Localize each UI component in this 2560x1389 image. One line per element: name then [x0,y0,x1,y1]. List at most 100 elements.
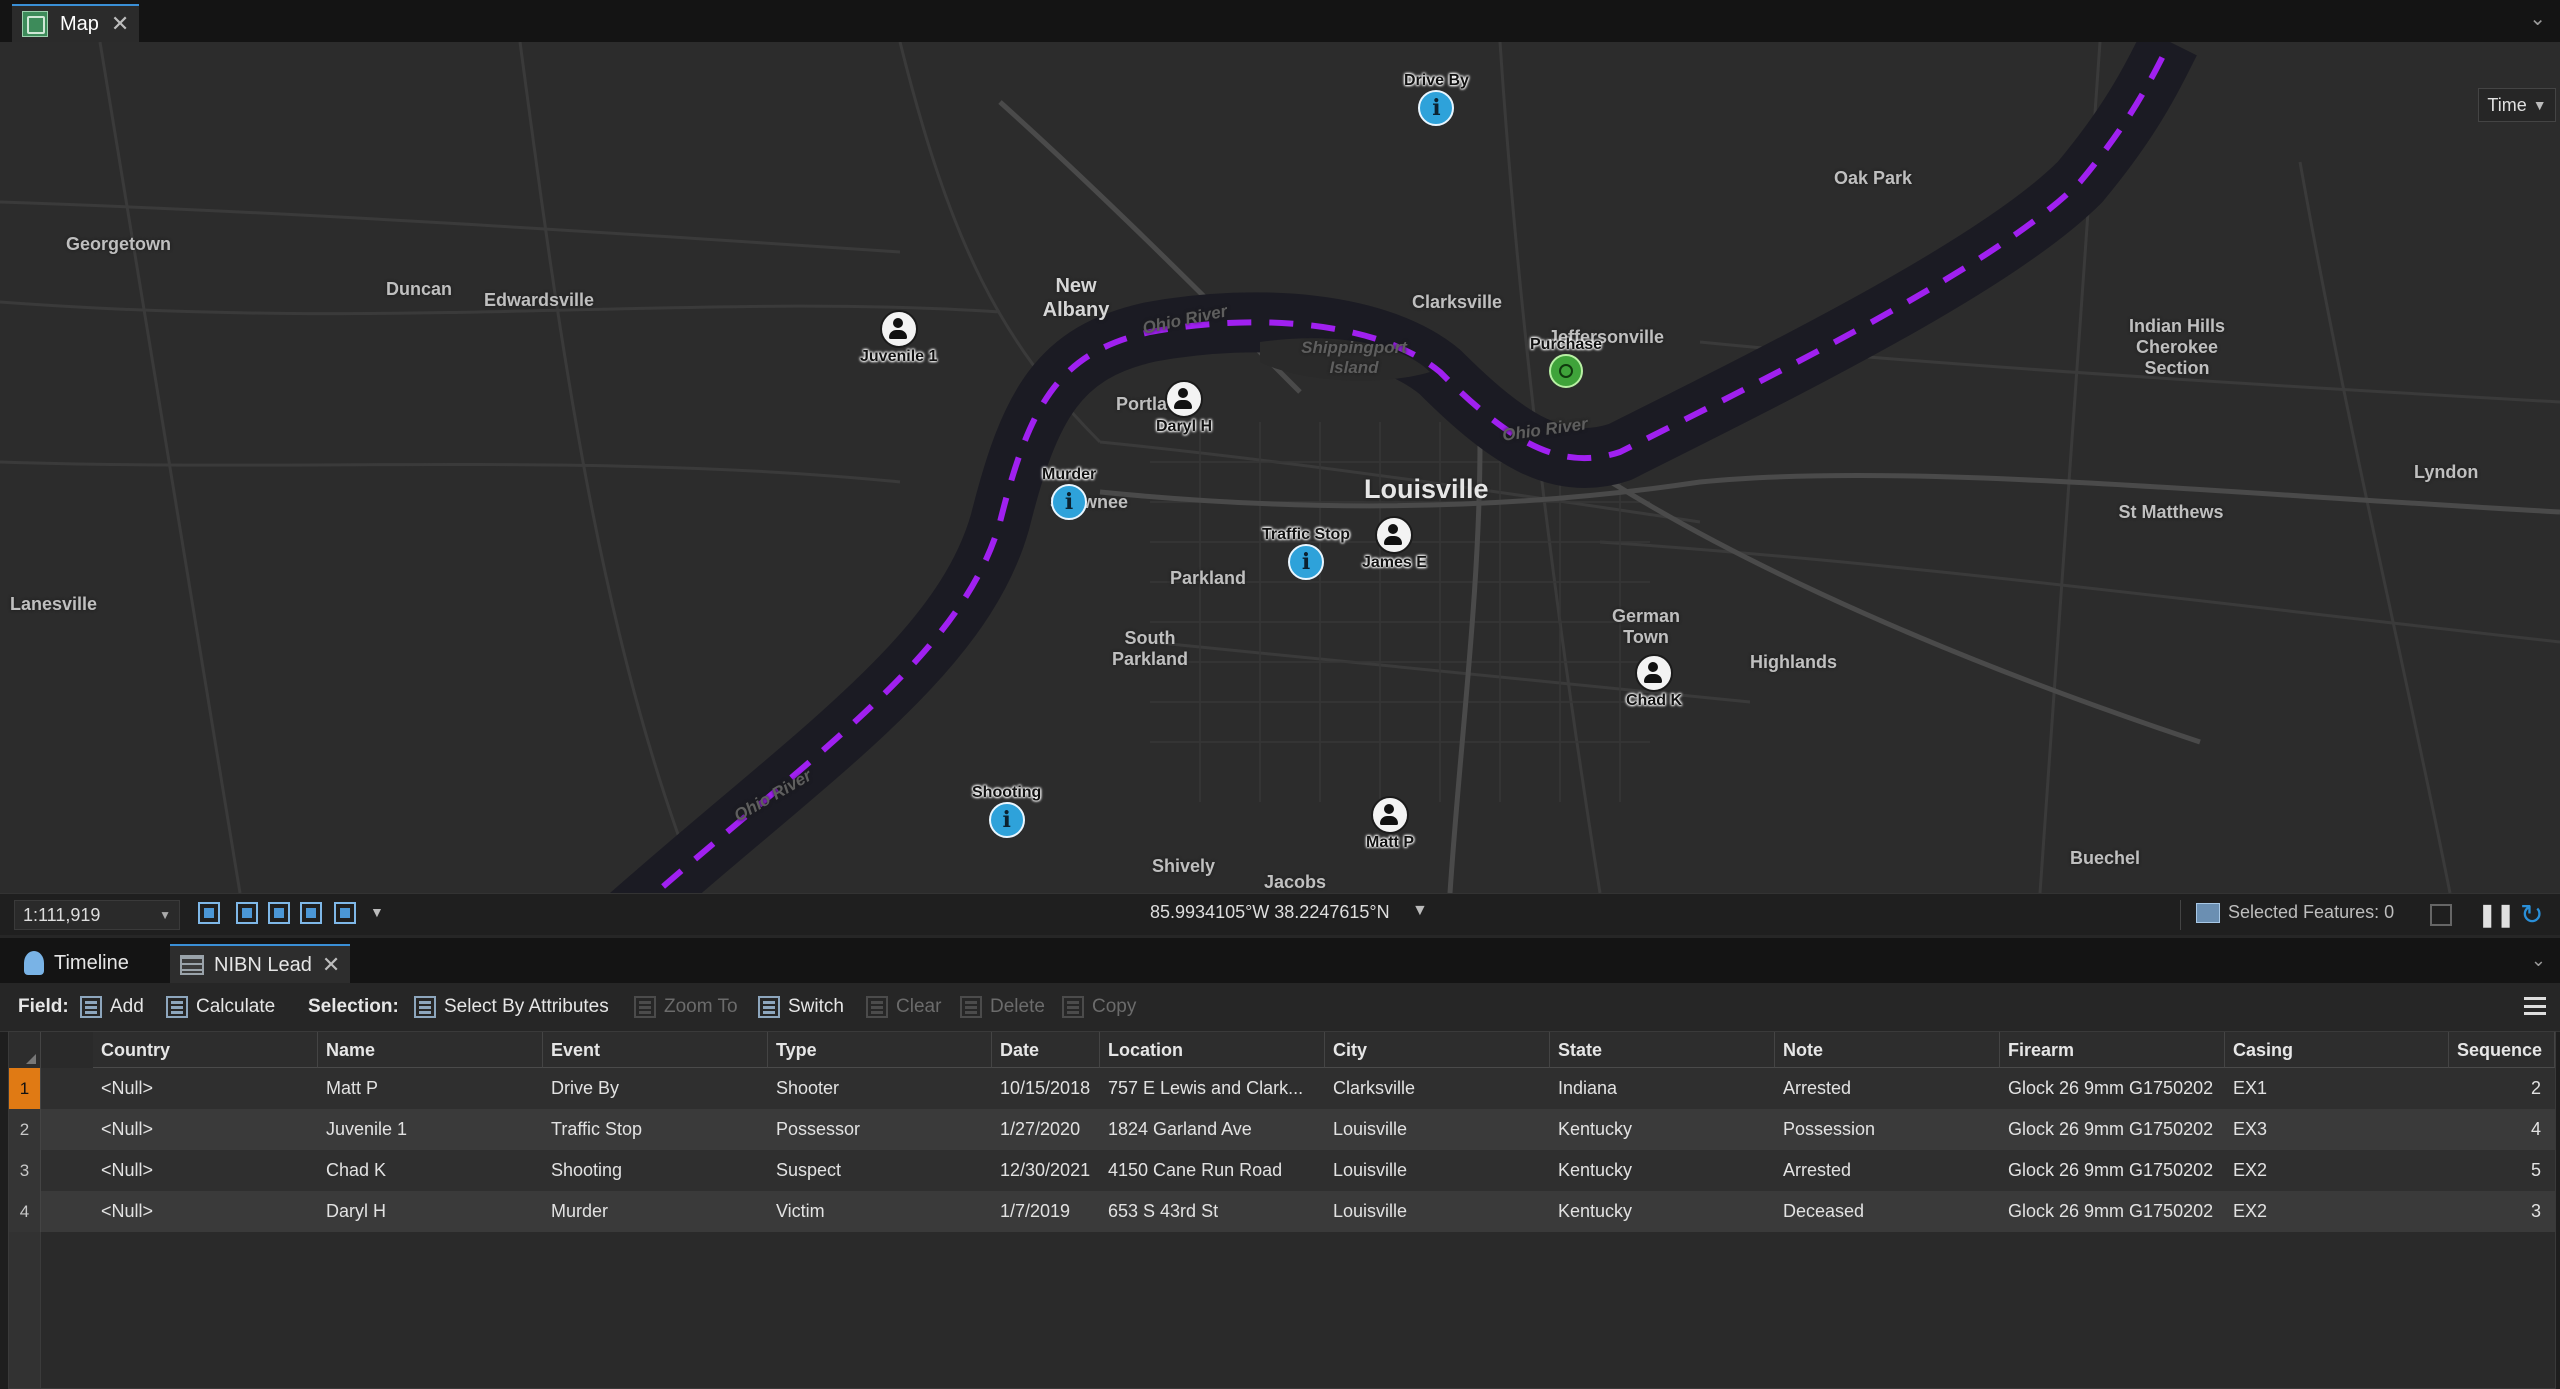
cell[interactable]: Glock 26 9mm G1750202 [2000,1109,2225,1150]
cell[interactable]: 4150 Cane Run Road [1100,1150,1325,1191]
map-marker-matt-p[interactable]: Matt P [1366,796,1414,852]
cell[interactable]: Kentucky [1550,1109,1775,1150]
clear-button[interactable]: Clear [866,992,941,1022]
calculate-button[interactable]: Calculate [166,992,275,1022]
tab-nibn-lead[interactable]: NIBN Lead ✕ [170,944,350,984]
grid-icon[interactable] [236,902,258,924]
cell[interactable]: Louisville [1325,1150,1550,1191]
chevron-down-icon[interactable]: ⌄ [2531,950,2546,971]
navigate-icon[interactable] [268,902,290,924]
chevron-down-icon[interactable]: ▼ [1412,902,1428,920]
cell[interactable]: 4 [2449,1109,2555,1150]
chevron-down-icon[interactable]: ⌄ [2529,6,2546,31]
tab-map[interactable]: Map ✕ [12,4,139,42]
fixed-zoom-icon[interactable] [198,902,220,924]
cell[interactable]: EX3 [2225,1109,2449,1150]
column-header-name[interactable]: Name [318,1032,543,1068]
switch-button[interactable]: Switch [758,992,844,1022]
row-number[interactable]: 2 [9,1109,41,1150]
table-icon[interactable] [2430,904,2452,926]
cell[interactable]: Juvenile 1 [318,1109,543,1150]
menu-icon[interactable] [2524,997,2546,1015]
tab-timeline[interactable]: Timeline [14,944,139,982]
cell[interactable]: EX1 [2225,1068,2449,1109]
cell[interactable]: Arrested [1775,1150,2000,1191]
cell[interactable]: Kentucky [1550,1191,1775,1232]
snapping-icon[interactable] [300,902,322,924]
column-header-country[interactable]: Country [93,1032,318,1068]
table-row[interactable]: 4 <Null> Daryl H Murder Victim 1/7/2019 … [9,1191,2555,1232]
table-row[interactable]: 3 <Null> Chad K Shooting Suspect 12/30/2… [9,1150,2555,1191]
cell[interactable]: <Null> [93,1068,318,1109]
cell[interactable]: 2 [2449,1068,2555,1109]
row-number[interactable]: 3 [9,1150,41,1191]
cell[interactable]: Possession [1775,1109,2000,1150]
map-marker-purchase[interactable]: Purchase [1530,336,1602,388]
cell[interactable]: 1/7/2019 [992,1191,1100,1232]
table-row[interactable]: 1 <Null> Matt P Drive By Shooter 10/15/2… [9,1068,2555,1109]
cell[interactable]: <Null> [93,1150,318,1191]
cell[interactable]: 3 [2449,1191,2555,1232]
row-number[interactable]: 4 [9,1191,41,1232]
cell[interactable]: Shooter [768,1068,992,1109]
cell[interactable]: 757 E Lewis and Clark... [1100,1068,1325,1109]
chevron-down-icon[interactable]: ▼ [370,904,384,920]
cell[interactable]: 10/15/2018 [992,1068,1100,1109]
column-header-firearm[interactable]: Firearm [2000,1032,2225,1068]
column-header-note[interactable]: Note [1775,1032,2000,1068]
add-field-button[interactable]: Add [80,992,144,1022]
cell[interactable]: Traffic Stop [543,1109,768,1150]
cell[interactable]: Chad K [318,1150,543,1191]
column-header-type[interactable]: Type [768,1032,992,1068]
cell[interactable]: Shooting [543,1150,768,1191]
cell[interactable]: Victim [768,1191,992,1232]
close-icon[interactable]: ✕ [111,11,129,37]
scale-selector[interactable]: 1:111,919 ▼ [14,900,180,930]
column-header-date[interactable]: Date [992,1032,1100,1068]
column-header-location[interactable]: Location [1100,1032,1325,1068]
column-header-sequence[interactable]: Sequence [2449,1032,2555,1068]
select-all-cell[interactable] [9,1032,41,1069]
cell[interactable]: Glock 26 9mm G1750202 [2000,1150,2225,1191]
pause-icon[interactable]: ❚❚ [2478,902,2515,928]
zoom-to-button[interactable]: Zoom To [634,992,738,1022]
table-row[interactable]: 2 <Null> Juvenile 1 Traffic Stop Possess… [9,1109,2555,1150]
column-header-casing[interactable]: Casing [2225,1032,2449,1068]
copy-button[interactable]: Copy [1062,992,1136,1022]
refresh-icon[interactable]: ↻ [2520,898,2543,931]
column-header-city[interactable]: City [1325,1032,1550,1068]
time-slider-button[interactable]: Time ▼ [2478,88,2556,122]
map-view[interactable]: Georgetown Duncan Edwardsville New Alban… [0,42,2560,893]
pan-icon[interactable] [334,902,356,924]
cell[interactable]: 1824 Garland Ave [1100,1109,1325,1150]
cell[interactable]: 12/30/2021 [992,1150,1100,1191]
row-number[interactable]: 1 [9,1068,41,1109]
cell[interactable]: Murder [543,1191,768,1232]
cell[interactable]: Daryl H [318,1191,543,1232]
selected-features[interactable]: Selected Features: 0 [2196,902,2394,923]
cell[interactable]: Suspect [768,1150,992,1191]
select-by-attributes-button[interactable]: Select By Attributes [414,992,609,1022]
cell[interactable]: 1/27/2020 [992,1109,1100,1150]
delete-button[interactable]: Delete [960,992,1045,1022]
cell[interactable]: Deceased [1775,1191,2000,1232]
cell[interactable]: Clarksville [1325,1068,1550,1109]
cell[interactable]: Possessor [768,1109,992,1150]
column-header-state[interactable]: State [1550,1032,1775,1068]
map-marker-drive-by[interactable]: Drive By i [1404,72,1469,126]
map-marker-daryl-h[interactable]: Daryl H [1156,380,1212,436]
map-marker-traffic-stop[interactable]: Traffic Stop i [1262,526,1350,580]
cell[interactable]: Louisville [1325,1191,1550,1232]
cell[interactable]: EX2 [2225,1191,2449,1232]
cell[interactable]: Drive By [543,1068,768,1109]
cell[interactable]: Matt P [318,1068,543,1109]
cell[interactable]: Louisville [1325,1109,1550,1150]
map-marker-murder[interactable]: Murder i [1042,466,1096,520]
cell[interactable]: 5 [2449,1150,2555,1191]
cell[interactable]: Indiana [1550,1068,1775,1109]
cell[interactable]: Glock 26 9mm G1750202 [2000,1191,2225,1232]
cell[interactable]: <Null> [93,1109,318,1150]
column-header-event[interactable]: Event [543,1032,768,1068]
cell[interactable]: Kentucky [1550,1150,1775,1191]
cell[interactable]: Glock 26 9mm G1750202 [2000,1068,2225,1109]
